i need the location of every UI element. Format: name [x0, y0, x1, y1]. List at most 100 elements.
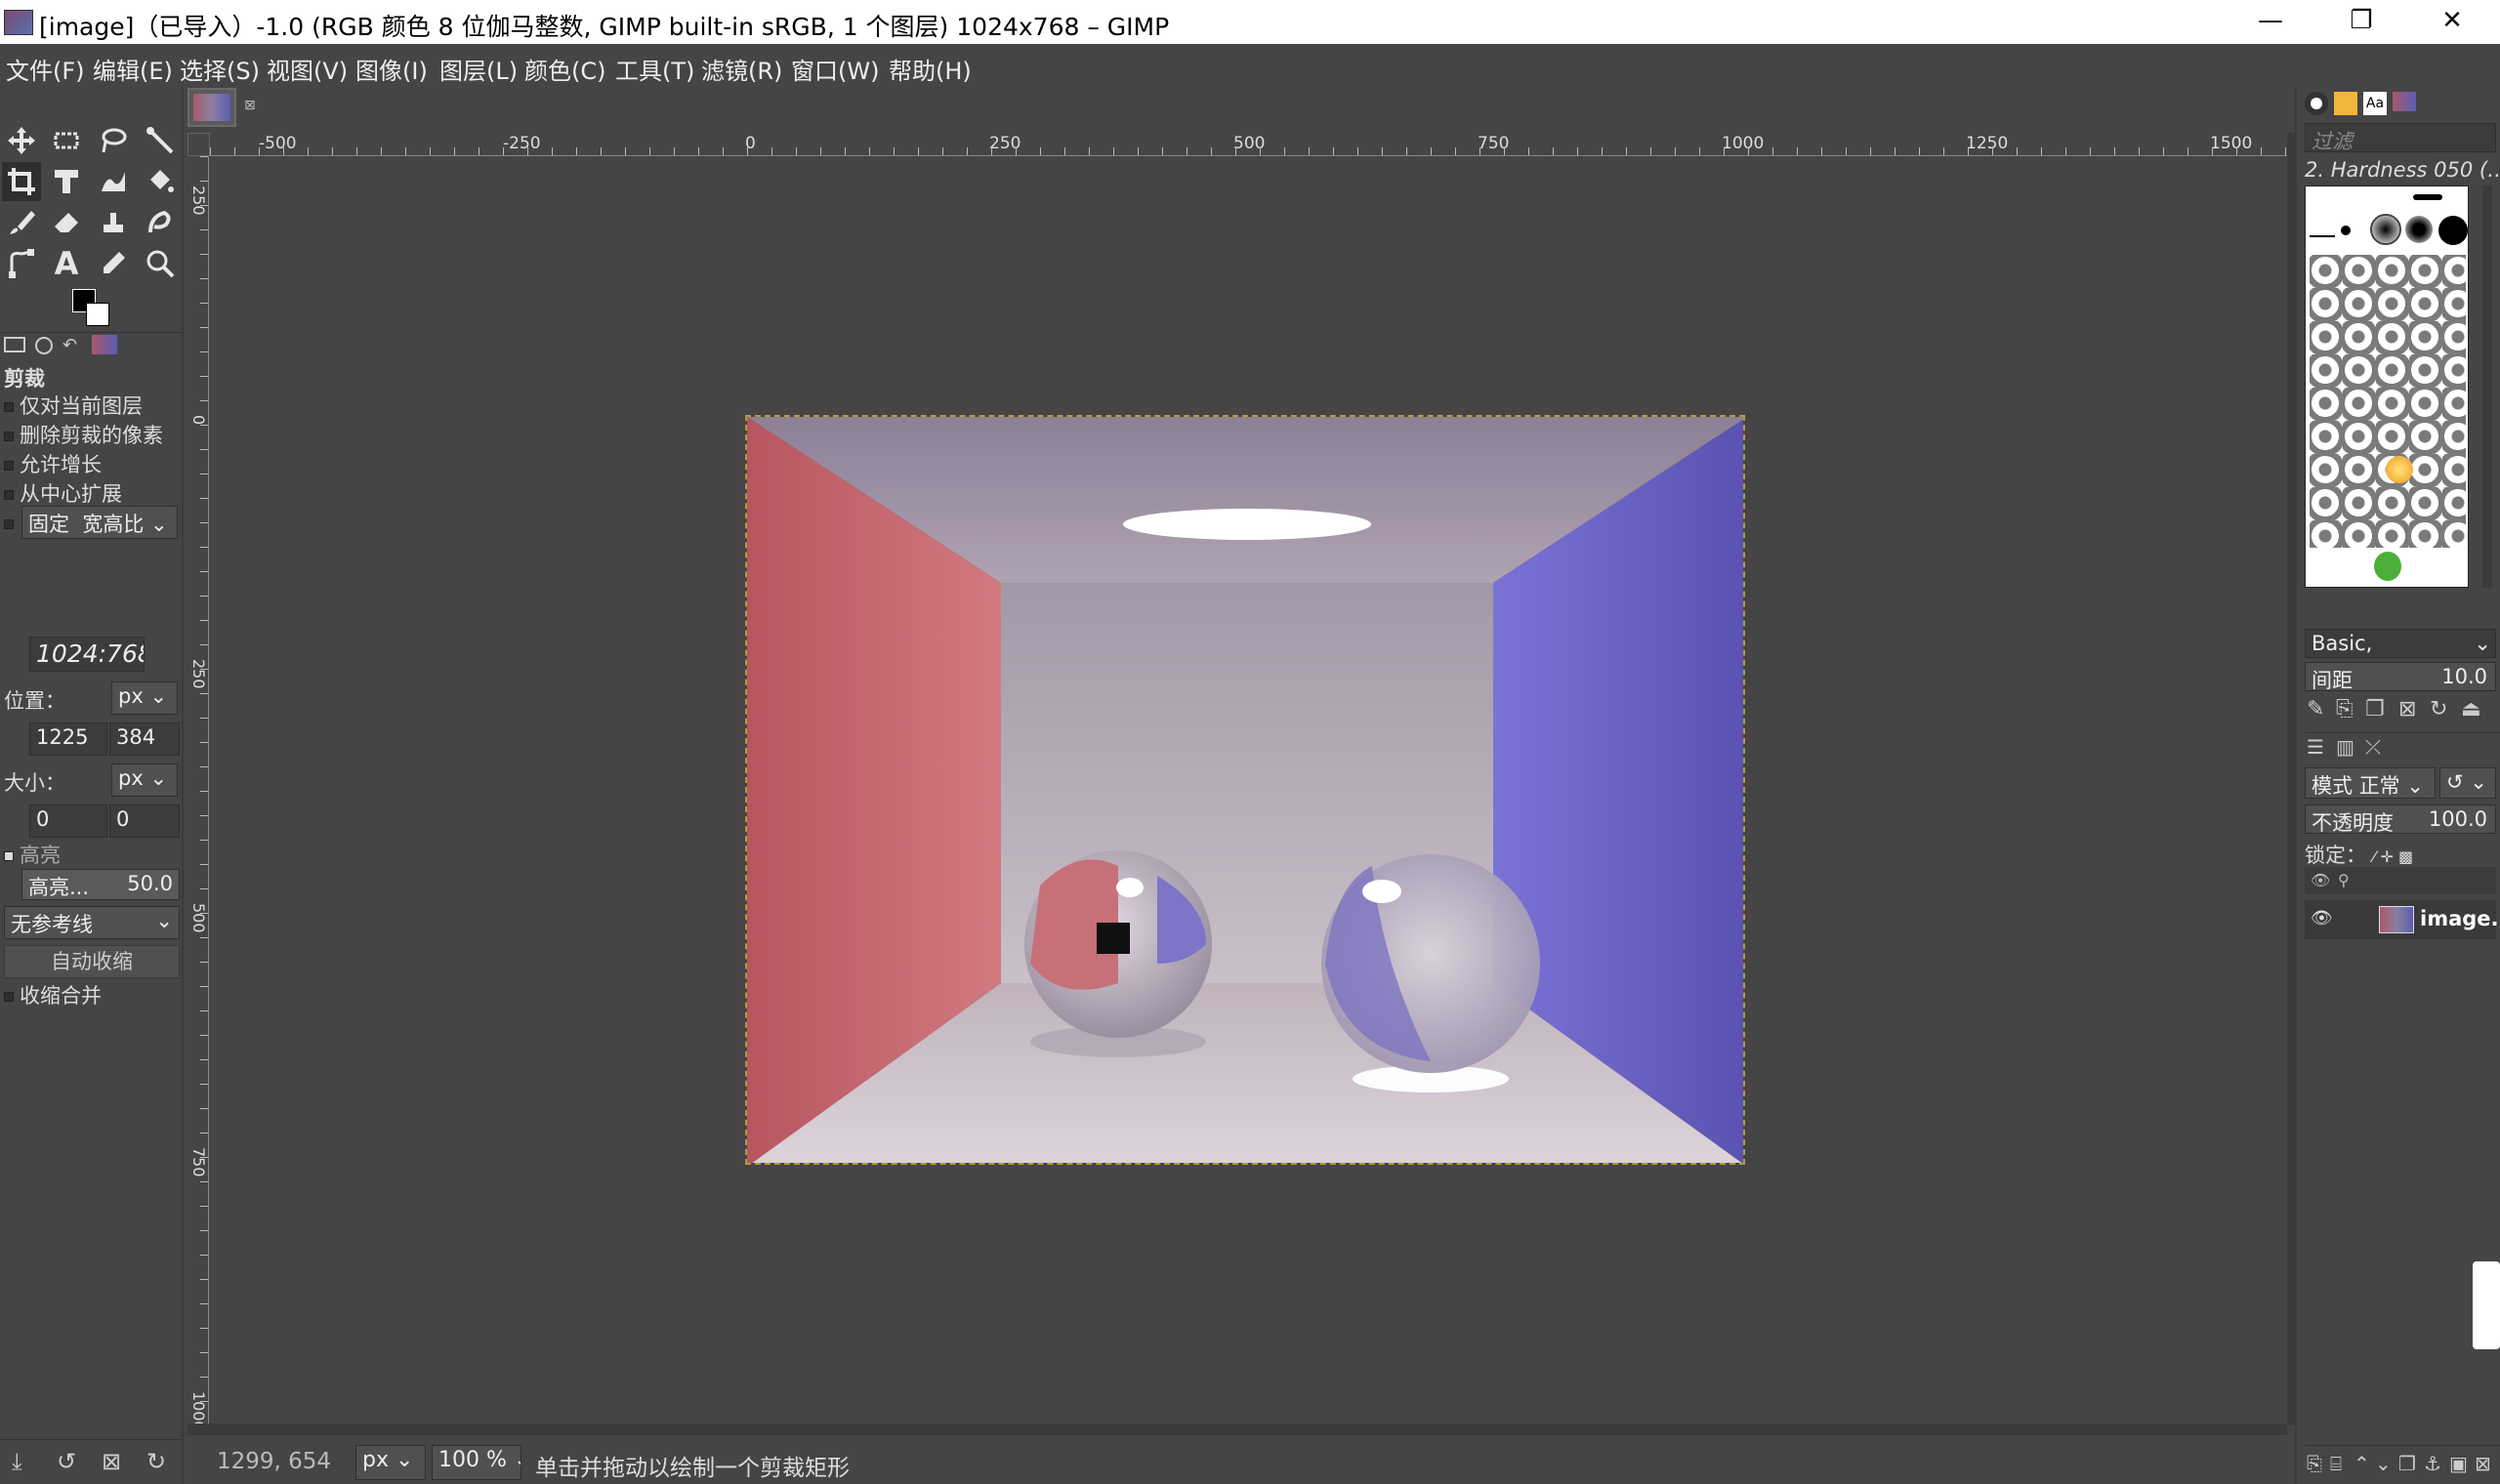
new-brush-icon[interactable]: ⎘ — [2336, 697, 2354, 721]
expand-center-checkbox[interactable]: 从中心扩展 — [4, 478, 122, 508]
fonts-tab-icon[interactable]: Aa — [2363, 92, 2387, 115]
close-button[interactable]: ✕ — [2410, 0, 2494, 44]
zoom-select[interactable]: 100 % ⌄ — [432, 1445, 521, 1480]
document-history-tab-icon[interactable] — [2393, 92, 2416, 111]
aspect-ratio-input[interactable]: 1024:768 — [29, 637, 145, 672]
brush-filter-input[interactable]: 过滤 — [2305, 123, 2496, 152]
layer-visibility-icon[interactable]: 👁 — [2311, 908, 2333, 928]
brush-item[interactable] — [2341, 226, 2351, 235]
fixed-checkbox[interactable] — [4, 512, 20, 535]
edit-brush-icon[interactable]: ✎ — [2307, 697, 2324, 721]
zoom-tool-icon[interactable] — [141, 244, 180, 283]
shrink-merged-checkbox[interactable]: 收缩合并 — [4, 980, 102, 1010]
brush-item[interactable] — [2310, 235, 2335, 237]
image-canvas[interactable] — [745, 415, 1745, 1165]
brush-item[interactable] — [2386, 456, 2413, 483]
transform-tool-icon[interactable] — [47, 162, 86, 201]
guides-select[interactable]: 无参考线 ⌄ — [4, 906, 180, 939]
menu-edit[interactable]: 编辑(E) — [93, 52, 173, 86]
new-group-icon[interactable]: ⌸ — [2330, 1452, 2342, 1475]
horizontal-ruler[interactable]: -500 -250 0 250 500 750 1000 1250 1500 — [210, 133, 2288, 156]
menu-file[interactable]: 文件(F) — [6, 52, 85, 86]
fuzzy-select-icon[interactable] — [141, 121, 180, 160]
current-layer-only-checkbox[interactable]: 仅对当前图层 — [4, 391, 143, 420]
fixed-mode-select[interactable]: 固定 宽高比 ⌄ — [21, 506, 178, 539]
brush-item-selected[interactable] — [2370, 214, 2401, 245]
lower-layer-icon[interactable]: ⌄ — [2375, 1452, 2392, 1475]
brush-spacing-slider[interactable]: 间距 10.0 — [2305, 662, 2496, 691]
image-tab[interactable] — [188, 88, 236, 127]
channels-tab-icon[interactable]: ▥ — [2336, 735, 2354, 759]
menu-tools[interactable]: 工具(T) — [615, 52, 694, 86]
position-x-input[interactable]: 1225 — [29, 722, 107, 756]
menu-select[interactable]: 选择(S) — [180, 52, 260, 86]
tool-options-tab-icon[interactable] — [4, 337, 25, 352]
maximize-button[interactable]: ❐ — [2319, 0, 2403, 44]
side-scroll-handle[interactable] — [2473, 1261, 2500, 1349]
brush-item-grid[interactable] — [2310, 255, 2466, 548]
highlight-opacity-slider[interactable]: 高亮... 50.0 — [21, 869, 180, 900]
brush-tag-input[interactable]: Basic, ⌄ — [2305, 629, 2496, 658]
undo-history-tab-icon[interactable]: ↶ — [62, 335, 77, 355]
size-unit-select[interactable]: px ⌄ — [111, 763, 178, 797]
warp-tool-icon[interactable] — [94, 162, 133, 201]
color-picker-icon[interactable] — [94, 244, 133, 283]
text-tool-icon[interactable]: A — [47, 244, 86, 283]
horizontal-scrollbar[interactable] — [188, 1423, 2287, 1435]
menu-view[interactable]: 视图(V) — [267, 52, 348, 86]
layer-row[interactable]: 👁 image.png — [2305, 900, 2500, 939]
menu-help[interactable]: 帮助(H) — [889, 52, 972, 86]
move-tool-icon[interactable] — [2, 121, 41, 160]
new-layer-icon[interactable]: ⎘ — [2307, 1452, 2322, 1475]
lock-icons[interactable]: ⁄ ✛ ▩ — [2373, 847, 2413, 866]
open-brush-icon[interactable]: ⏏ — [2461, 697, 2481, 721]
menu-layer[interactable]: 图层(L) — [439, 52, 518, 86]
paths-tab-icon[interactable]: ⤫ — [2365, 735, 2381, 759]
vertical-ruler[interactable]: 250 0 250 500 750 1000 — [188, 156, 209, 1431]
restore-options-icon[interactable]: ↺ — [57, 1448, 76, 1475]
layer-opacity-slider[interactable]: 不透明度 100.0 — [2305, 804, 2496, 834]
delete-brush-icon[interactable]: ⊠ — [2398, 697, 2416, 721]
smudge-tool-icon[interactable] — [141, 203, 180, 242]
bucket-fill-icon[interactable] — [141, 162, 180, 201]
mask-layer-icon[interactable]: ▣ — [2449, 1452, 2468, 1475]
mode-reset-select[interactable]: ↺ ⌄ — [2439, 767, 2496, 799]
rect-select-icon[interactable] — [47, 121, 86, 160]
vertical-scrollbar[interactable] — [2287, 133, 2295, 1425]
auto-shrink-button[interactable]: 自动收缩 — [4, 945, 180, 978]
reset-options-icon[interactable]: ↻ — [146, 1448, 166, 1475]
brush-item[interactable] — [2413, 194, 2442, 200]
highlight-checkbox[interactable]: 高亮 — [4, 840, 61, 869]
patterns-tab-icon[interactable] — [2334, 92, 2357, 115]
delete-cropped-checkbox[interactable]: 删除剪裁的像素 — [4, 420, 163, 449]
brush-item[interactable] — [2374, 552, 2401, 581]
position-y-input[interactable]: 384 — [109, 722, 180, 756]
images-tab-icon[interactable] — [92, 335, 117, 354]
menu-image[interactable]: 图像(I) — [355, 52, 428, 86]
unit-select[interactable]: px ⌄ — [355, 1445, 426, 1480]
eraser-icon[interactable] — [47, 203, 86, 242]
close-tab-icon[interactable]: ⊠ — [244, 98, 256, 113]
size-height-input[interactable]: 0 — [109, 804, 180, 838]
raise-layer-icon[interactable]: ⌃ — [2354, 1452, 2370, 1475]
duplicate-brush-icon[interactable]: ❐ — [2365, 697, 2385, 721]
paths-tool-icon[interactable] — [2, 244, 41, 283]
menu-windows[interactable]: 窗口(W) — [791, 52, 879, 86]
refresh-brushes-icon[interactable]: ↻ — [2430, 697, 2447, 721]
layer-mode-select[interactable]: 模式 正常 ⌄ — [2305, 767, 2436, 799]
lasso-icon[interactable] — [94, 121, 133, 160]
brushes-tab-icon[interactable] — [2305, 92, 2328, 115]
save-options-icon[interactable]: ⤓ — [12, 1448, 22, 1475]
allow-growing-checkbox[interactable]: 允许增长 — [4, 449, 102, 478]
brush-item[interactable] — [2405, 216, 2433, 243]
brush-grid-scrollbar[interactable] — [2482, 186, 2492, 588]
position-unit-select[interactable]: px ⌄ — [111, 681, 178, 715]
menu-colors[interactable]: 颜色(C) — [524, 52, 605, 86]
minimize-button[interactable]: — — [2229, 0, 2312, 44]
menu-filters[interactable]: 滤镜(R) — [701, 52, 782, 86]
background-color-swatch[interactable] — [86, 303, 109, 326]
brush-item[interactable] — [2438, 216, 2468, 245]
clone-tool-icon[interactable] — [94, 203, 133, 242]
anchor-layer-icon[interactable]: ⚓ — [2424, 1452, 2441, 1475]
brush-grid[interactable] — [2305, 186, 2469, 588]
